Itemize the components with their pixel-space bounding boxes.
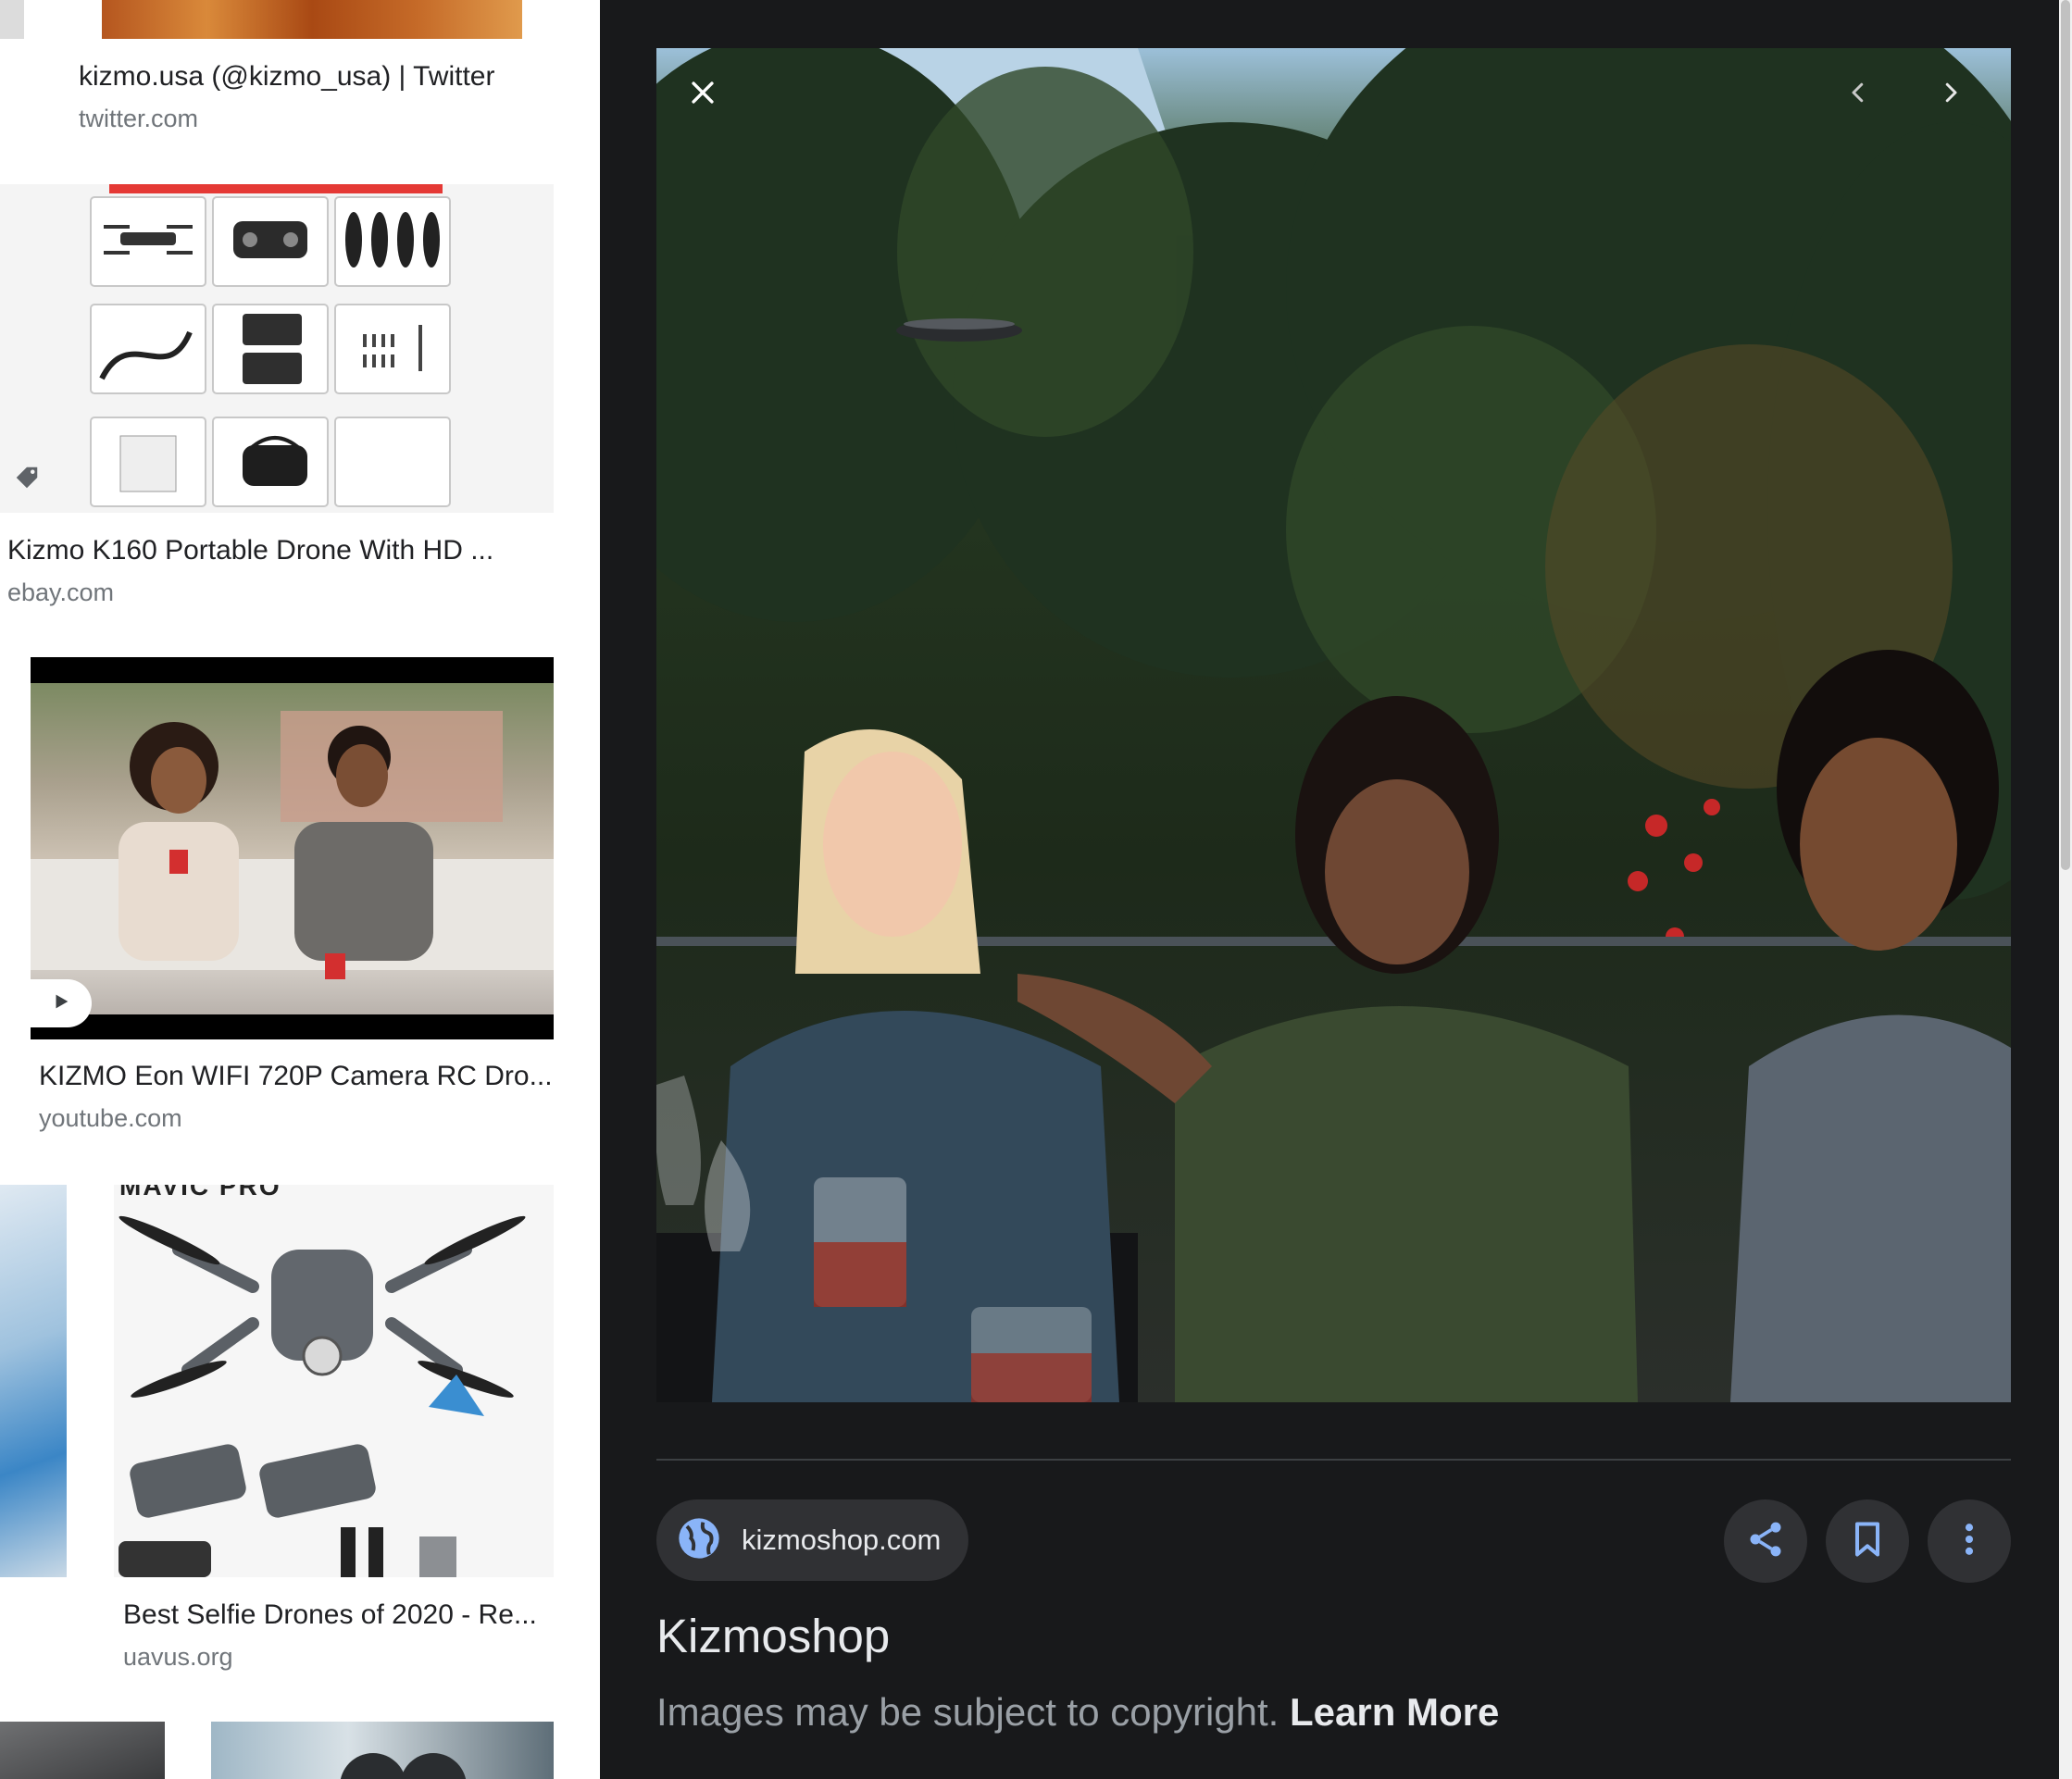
close-icon <box>687 77 718 113</box>
divider <box>656 1459 2011 1461</box>
preview-title[interactable]: Kizmoshop <box>656 1609 890 1663</box>
result-thumbnail-partial[interactable] <box>0 1722 165 1779</box>
tag-icon <box>13 464 41 496</box>
copyright-notice: Images may be subject to copyright. Lear… <box>656 1690 1499 1735</box>
result-thumbnail-partial[interactable] <box>0 0 24 39</box>
close-button[interactable] <box>675 67 730 122</box>
source-site-chip[interactable]: kizmoshop.com <box>656 1499 969 1581</box>
result-title[interactable]: KIZMO Eon WIFI 720P Camera RC Dro... <box>39 1061 553 1092</box>
image-preview-panel: kizmoshop.com Kizmoshop Images may be su… <box>600 0 2072 1779</box>
copyright-text: Images may be subject to copyright. <box>656 1690 1279 1734</box>
result-title[interactable]: Best Selfie Drones of 2020 - Re... <box>123 1599 537 1631</box>
more-vert-icon <box>1949 1519 1990 1564</box>
next-image-button[interactable] <box>1923 67 1978 122</box>
result-thumbnail-twitter[interactable] <box>102 0 522 39</box>
result-title[interactable]: Kizmo K160 Portable Drone With HD ... <box>7 535 493 566</box>
mavic-drone-illustration <box>119 1215 526 1577</box>
result-thumbnail-uavus[interactable]: MAVIC PRO <box>114 1185 554 1577</box>
scene-illustration <box>656 48 2011 1402</box>
chevron-left-icon <box>1844 79 1872 111</box>
result-domain: ebay.com <box>7 578 115 606</box>
result-domain: youtube.com <box>39 1104 182 1132</box>
play-badge[interactable] <box>31 979 92 1027</box>
scrollbar[interactable] <box>2059 0 2072 1779</box>
results-column: kizmo.usa (@kizmo_usa) | Twitter twitter… <box>0 0 600 1779</box>
save-button[interactable] <box>1826 1499 1909 1583</box>
result-thumbnail-youtube[interactable] <box>31 657 554 1039</box>
result-domain: uavus.org <box>123 1643 233 1671</box>
result-title[interactable]: kizmo.usa (@kizmo_usa) | Twitter <box>79 61 494 93</box>
play-icon <box>51 991 71 1016</box>
video-frame <box>31 683 554 1014</box>
result-domain: twitter.com <box>79 105 199 132</box>
source-site-label: kizmoshop.com <box>742 1524 942 1556</box>
bookmark-icon <box>1847 1519 1888 1564</box>
share-icon <box>1745 1519 1786 1564</box>
result-thumbnail-ebay[interactable] <box>0 184 554 513</box>
result-thumbnail-partial[interactable] <box>0 1185 67 1577</box>
chevron-right-icon <box>1937 79 1965 111</box>
previous-image-button[interactable] <box>1830 67 1886 122</box>
globe-icon <box>675 1514 723 1567</box>
share-button[interactable] <box>1724 1499 1807 1583</box>
learn-more-link[interactable]: Learn More <box>1290 1690 1499 1734</box>
result-thumbnail-partial[interactable] <box>211 1722 554 1779</box>
package-contents-grid <box>90 196 451 507</box>
scrollbar-thumb[interactable] <box>2061 0 2070 870</box>
preview-image[interactable] <box>656 48 2011 1402</box>
more-options-button[interactable] <box>1928 1499 2011 1583</box>
